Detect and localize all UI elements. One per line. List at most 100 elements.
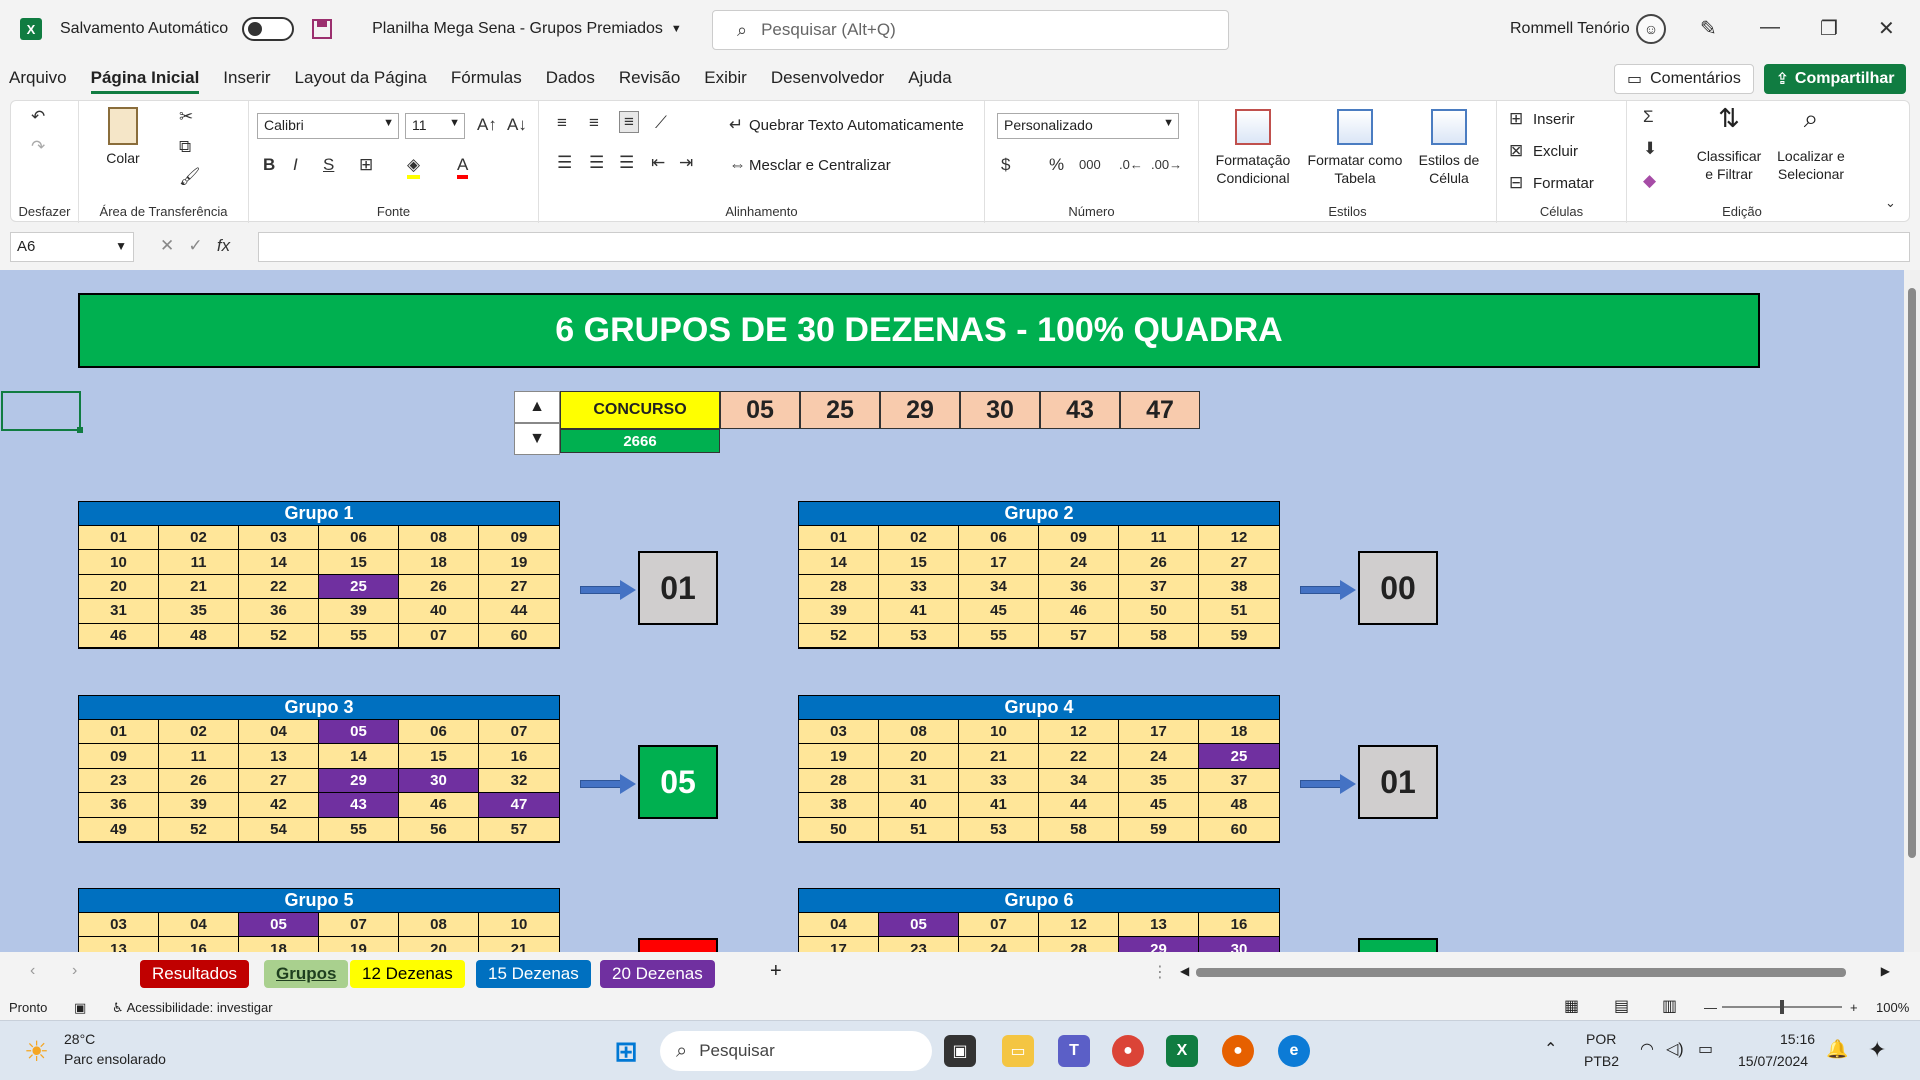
align-bottom-icon[interactable]: ≡ bbox=[619, 111, 639, 133]
menu-item-6[interactable]: Revisão bbox=[619, 62, 680, 94]
group-number-cell[interactable]: 48 bbox=[1199, 793, 1279, 818]
group-number-cell[interactable]: 26 bbox=[159, 768, 239, 794]
delete-cells-button[interactable]: Excluir bbox=[1533, 143, 1578, 160]
autosum-icon[interactable]: Σ bbox=[1643, 107, 1654, 127]
conditional-formatting-button[interactable]: Formatação Condicional bbox=[1207, 109, 1299, 187]
group-number-cell[interactable]: 35 bbox=[1119, 768, 1199, 794]
font-size-select[interactable]: 11 ▼ bbox=[405, 113, 465, 139]
group-number-cell[interactable]: 53 bbox=[879, 623, 959, 648]
group-number-cell[interactable]: 60 bbox=[1199, 817, 1279, 842]
cut-icon[interactable]: ✂ bbox=[179, 107, 193, 127]
group-number-cell[interactable]: 52 bbox=[159, 817, 239, 842]
group-number-cell[interactable]: 27 bbox=[1199, 550, 1279, 575]
group-number-cell[interactable]: 09 bbox=[479, 526, 559, 551]
sheet-tab[interactable]: 12 Dezenas bbox=[350, 960, 465, 988]
align-top-icon[interactable]: ≡ bbox=[557, 113, 567, 133]
sort-filter-button[interactable]: ⇅ Classificar e Filtrar bbox=[1691, 105, 1767, 183]
menu-item-9[interactable]: Ajuda bbox=[908, 62, 951, 94]
scroll-thumb[interactable] bbox=[1196, 968, 1846, 977]
group-number-cell[interactable]: 10 bbox=[959, 720, 1039, 745]
group-number-cell[interactable]: 05 bbox=[319, 720, 399, 745]
group-number-cell[interactable]: 11 bbox=[159, 550, 239, 575]
weather-temp[interactable]: 28°C bbox=[64, 1031, 95, 1047]
group-number-cell[interactable]: 08 bbox=[399, 913, 479, 938]
group-number-cell[interactable]: 26 bbox=[399, 574, 479, 600]
sheet-area[interactable]: 6 GRUPOS DE 30 DEZENAS - 100% QUADRA ▲ ▼… bbox=[0, 270, 1920, 952]
formula-input[interactable] bbox=[258, 232, 1910, 262]
zoom-in-icon[interactable]: + bbox=[1850, 1000, 1858, 1015]
group-number-cell[interactable]: 28 bbox=[1039, 937, 1119, 952]
group-number-cell[interactable]: 07 bbox=[319, 913, 399, 938]
document-title[interactable]: Planilha Mega Sena - Grupos Premiados bbox=[372, 20, 663, 38]
thousands-icon[interactable]: 000 bbox=[1079, 157, 1101, 172]
menu-item-7[interactable]: Exibir bbox=[704, 62, 747, 94]
group-number-cell[interactable]: 25 bbox=[1199, 744, 1279, 769]
group-number-cell[interactable]: 22 bbox=[1039, 744, 1119, 769]
volume-icon[interactable]: ◁) bbox=[1666, 1039, 1684, 1059]
paste-button[interactable]: Colar bbox=[93, 107, 153, 167]
group-number-cell[interactable]: 52 bbox=[239, 623, 319, 648]
group-number-cell[interactable]: 17 bbox=[959, 550, 1039, 575]
group-number-cell[interactable]: 26 bbox=[1119, 550, 1199, 575]
sheet-tab[interactable]: 15 Dezenas bbox=[476, 960, 591, 988]
group-number-cell[interactable]: 55 bbox=[959, 623, 1039, 648]
group-number-cell[interactable]: 50 bbox=[799, 817, 879, 842]
group-number-cell[interactable]: 17 bbox=[1119, 720, 1199, 745]
battery-icon[interactable]: ▭ bbox=[1698, 1039, 1713, 1059]
group-number-cell[interactable]: 03 bbox=[239, 526, 319, 551]
spin-down-button[interactable]: ▼ bbox=[514, 423, 560, 455]
next-sheet-icon[interactable]: › bbox=[72, 962, 77, 980]
group-number-cell[interactable]: 43 bbox=[319, 793, 399, 818]
insert-cells-button[interactable]: Inserir bbox=[1533, 111, 1575, 128]
spin-up-button[interactable]: ▲ bbox=[514, 391, 560, 423]
merge-center-button[interactable]: Mesclar e Centralizar bbox=[749, 157, 891, 174]
italic-icon[interactable]: I bbox=[293, 155, 298, 175]
group-number-cell[interactable]: 22 bbox=[239, 574, 319, 600]
group-number-cell[interactable]: 07 bbox=[399, 623, 479, 648]
group-number-cell[interactable]: 31 bbox=[79, 599, 159, 624]
user-name[interactable]: Rommell Tenório bbox=[1510, 20, 1630, 38]
fill-icon[interactable]: ⬇ bbox=[1643, 139, 1657, 159]
group-number-cell[interactable]: 32 bbox=[479, 768, 559, 794]
group-number-cell[interactable]: 47 bbox=[479, 793, 559, 818]
group-number-cell[interactable]: 46 bbox=[399, 793, 479, 818]
group-number-cell[interactable]: 51 bbox=[1199, 599, 1279, 624]
group-number-cell[interactable]: 09 bbox=[79, 744, 159, 769]
group-number-cell[interactable]: 41 bbox=[879, 599, 959, 624]
menu-item-2[interactable]: Inserir bbox=[223, 62, 270, 94]
group-number-cell[interactable]: 23 bbox=[879, 937, 959, 952]
autosave-toggle[interactable] bbox=[242, 17, 295, 41]
group-number-cell[interactable]: 39 bbox=[799, 599, 879, 624]
group-number-cell[interactable]: 19 bbox=[319, 937, 399, 952]
group-number-cell[interactable]: 27 bbox=[479, 574, 559, 600]
group-number-cell[interactable]: 08 bbox=[399, 526, 479, 551]
restore-icon[interactable]: ❐ bbox=[1820, 16, 1838, 41]
font-color-icon[interactable]: A bbox=[457, 155, 469, 179]
group-number-cell[interactable]: 30 bbox=[1199, 937, 1279, 952]
group-number-cell[interactable]: 58 bbox=[1119, 623, 1199, 648]
group-number-cell[interactable]: 24 bbox=[959, 937, 1039, 952]
minimize-icon[interactable]: — bbox=[1760, 16, 1780, 39]
group-number-cell[interactable]: 41 bbox=[959, 793, 1039, 818]
group-number-cell[interactable]: 04 bbox=[239, 720, 319, 745]
group-number-cell[interactable]: 08 bbox=[879, 720, 959, 745]
chevron-down-icon[interactable]: ▼ bbox=[671, 23, 682, 35]
group-number-cell[interactable]: 46 bbox=[1039, 599, 1119, 624]
chrome-icon[interactable]: ● bbox=[1112, 1035, 1144, 1067]
share-button[interactable]: ⇪ Compartilhar bbox=[1764, 64, 1906, 94]
macro-icon[interactable]: ▣ bbox=[74, 1000, 86, 1016]
group-number-cell[interactable]: 01 bbox=[79, 526, 159, 551]
group-number-cell[interactable]: 14 bbox=[319, 744, 399, 769]
group-number-cell[interactable]: 58 bbox=[1039, 817, 1119, 842]
group-number-cell[interactable]: 02 bbox=[159, 720, 239, 745]
sheet-tab[interactable]: 20 Dezenas bbox=[600, 960, 715, 988]
save-icon[interactable] bbox=[312, 19, 333, 39]
menu-item-4[interactable]: Fórmulas bbox=[451, 62, 522, 94]
group-number-cell[interactable]: 33 bbox=[879, 574, 959, 600]
menu-item-5[interactable]: Dados bbox=[546, 62, 595, 94]
group-number-cell[interactable]: 39 bbox=[159, 793, 239, 818]
zoom-slider[interactable] bbox=[1722, 1000, 1842, 1014]
group-number-cell[interactable]: 04 bbox=[159, 913, 239, 938]
group-number-cell[interactable]: 46 bbox=[79, 623, 159, 648]
scroll-right-icon[interactable]: ▶ bbox=[1881, 964, 1890, 978]
